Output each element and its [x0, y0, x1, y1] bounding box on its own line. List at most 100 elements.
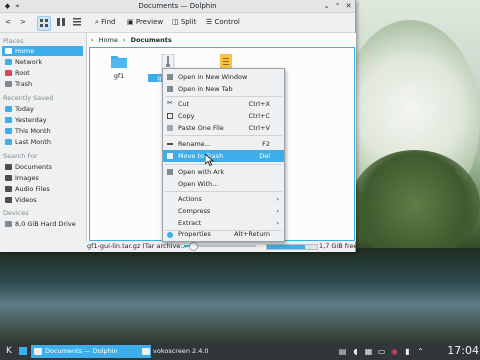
compact-view-button[interactable] — [55, 16, 67, 29]
properties-icon — [167, 232, 173, 238]
menu-item-move-to-trash[interactable]: Move to Trash Del — [163, 150, 284, 162]
status-text: gf1-gui-lin.tar.gz (Tar archive... — [87, 242, 187, 250]
maximize-button[interactable]: ⌃ — [333, 2, 342, 10]
trash-icon — [5, 81, 12, 87]
menu-item-open-with[interactable]: Open With... — [163, 178, 284, 190]
network-tray-icon[interactable]: ▦ — [364, 347, 373, 356]
pager-desktop-icon[interactable] — [19, 347, 27, 355]
menu-item-compress[interactable]: Compress › — [163, 205, 284, 217]
taskbar: K Documents — Dolphin vokoscreen 2.4.0 ▤… — [0, 343, 480, 360]
details-view-button[interactable] — [71, 16, 83, 29]
hard-drive-icon — [5, 221, 12, 227]
places-item-videos[interactable]: Videos — [2, 195, 83, 205]
toolbar: < > ⌕ Find ▣ Preview ◫ Split ☰ Control — [0, 13, 355, 33]
places-item-documents[interactable]: Documents — [2, 162, 83, 172]
menu-item-rename[interactable]: Rename... F2 — [163, 138, 284, 150]
places-item-this-month[interactable]: This Month — [2, 126, 83, 136]
menu-item-label: Open with Ark — [178, 168, 225, 176]
places-section-header: Search For — [3, 152, 38, 160]
forward-button[interactable]: > — [18, 16, 28, 29]
places-section-header: Places — [3, 37, 24, 45]
menu-item-label: Copy — [178, 112, 195, 120]
disk-free-text: 1,7 GiB free — [319, 242, 358, 250]
zoom-slider-handle[interactable] — [188, 242, 198, 251]
chevron-right-icon: › — [276, 195, 279, 203]
volume-icon[interactable]: ◖ — [351, 347, 360, 356]
back-button[interactable]: < — [3, 16, 13, 29]
minimize-button[interactable]: ⌄ — [322, 2, 331, 10]
preview-label: Preview — [135, 18, 164, 26]
menu-item-copy[interactable]: Copy Ctrl+C — [163, 110, 284, 122]
home-icon — [5, 48, 12, 54]
record-icon[interactable]: ◉ — [390, 347, 399, 356]
places-item-images[interactable]: Images — [2, 173, 83, 183]
disk-usage-bar — [266, 244, 318, 250]
hamburger-icon: ☰ — [206, 18, 213, 26]
places-item-hard-drive[interactable]: 8,0 GiB Hard Drive — [2, 219, 83, 229]
wallpaper-tree — [350, 150, 480, 260]
breadcrumb-arrow: › — [91, 36, 94, 44]
menu-item-open-new-window[interactable]: Open in New Window — [163, 71, 284, 83]
title-bar[interactable]: ◆ ⌖ Documents — Dolphin ⌄ ⌃ ✕ — [0, 0, 355, 13]
window-new-icon — [167, 74, 173, 80]
menu-item-open-new-tab[interactable]: Open in New Tab — [163, 83, 284, 95]
menu-item-label: Compress — [178, 207, 211, 215]
places-item-label: Videos — [15, 196, 37, 204]
network-icon — [5, 59, 12, 65]
places-item-home[interactable]: Home — [2, 46, 83, 56]
split-icon: ◫ — [172, 18, 179, 26]
places-item-root[interactable]: Root — [2, 68, 83, 78]
places-item-audio-files[interactable]: Audio Files — [2, 184, 83, 194]
list-icon — [73, 18, 81, 26]
menu-item-label: Paste One File — [178, 124, 224, 132]
menu-item-extract[interactable]: Extract › — [163, 217, 284, 229]
menu-item-label: Actions — [178, 195, 202, 203]
places-item-label: Audio Files — [15, 185, 50, 193]
cut-icon: ✂ — [167, 99, 173, 107]
places-item-last-month[interactable]: Last Month — [2, 137, 83, 147]
places-item-network[interactable]: Network — [2, 57, 83, 67]
places-item-trash[interactable]: Trash — [2, 79, 83, 89]
menu-item-shortcut: Alt+Return — [234, 230, 270, 238]
menu-item-open-with-ark[interactable]: Open with Ark — [163, 166, 284, 178]
display-icon[interactable]: ▭ — [377, 347, 386, 356]
places-item-today[interactable]: Today — [2, 104, 83, 114]
breadcrumb-current[interactable]: Documents — [131, 36, 172, 44]
places-section-header: Recently Saved — [3, 94, 54, 102]
close-button[interactable]: ✕ — [344, 2, 353, 10]
task-dolphin[interactable]: Documents — Dolphin — [31, 345, 151, 358]
clipboard-icon[interactable]: ▤ — [338, 347, 347, 356]
expand-tray-icon[interactable]: ⌃ — [416, 347, 425, 356]
icons-view-button[interactable] — [37, 16, 51, 31]
preview-button[interactable]: ▣ Preview — [125, 16, 165, 29]
clock[interactable]: 17:04 — [447, 344, 479, 357]
battery-icon[interactable]: ▮ — [403, 347, 412, 356]
menu-item-label: Open in New Window — [178, 73, 248, 81]
task-vokoscreen[interactable]: vokoscreen 2.4.0 — [139, 345, 253, 358]
application-launcher-icon[interactable]: K — [3, 345, 15, 357]
menu-item-label: Rename... — [178, 140, 211, 148]
task-label: vokoscreen 2.4.0 — [153, 347, 209, 355]
menu-item-cut[interactable]: ✂ Cut Ctrl+X — [163, 98, 284, 110]
menu-item-actions[interactable]: Actions › — [163, 193, 284, 205]
menu-item-paste[interactable]: Paste One File Ctrl+V — [163, 122, 284, 134]
split-button[interactable]: ◫ Split — [170, 16, 198, 29]
file-item[interactable]: gf1 — [99, 54, 139, 80]
task-label: Documents — Dolphin — [45, 347, 118, 355]
find-button[interactable]: ⌕ Find — [93, 16, 118, 29]
calendar-icon — [5, 139, 12, 145]
control-label: Control — [214, 18, 240, 26]
places-item-label: Home — [15, 47, 35, 55]
menu-separator — [165, 96, 282, 97]
breadcrumb-home[interactable]: Home — [99, 36, 118, 44]
places-item-yesterday[interactable]: Yesterday — [2, 115, 83, 125]
places-section-header: Devices — [3, 209, 29, 217]
menu-separator — [165, 135, 282, 136]
menu-item-label: Open With... — [178, 180, 219, 188]
menu-item-properties[interactable]: Properties Alt+Return — [163, 229, 284, 240]
context-menu: Open in New Window Open in New Tab ✂ Cut C… — [162, 68, 285, 242]
control-button[interactable]: ☰ Control — [204, 16, 242, 29]
zoom-slider[interactable] — [184, 242, 256, 251]
root-folder-icon — [5, 70, 12, 76]
mouse-cursor-icon — [205, 154, 214, 166]
